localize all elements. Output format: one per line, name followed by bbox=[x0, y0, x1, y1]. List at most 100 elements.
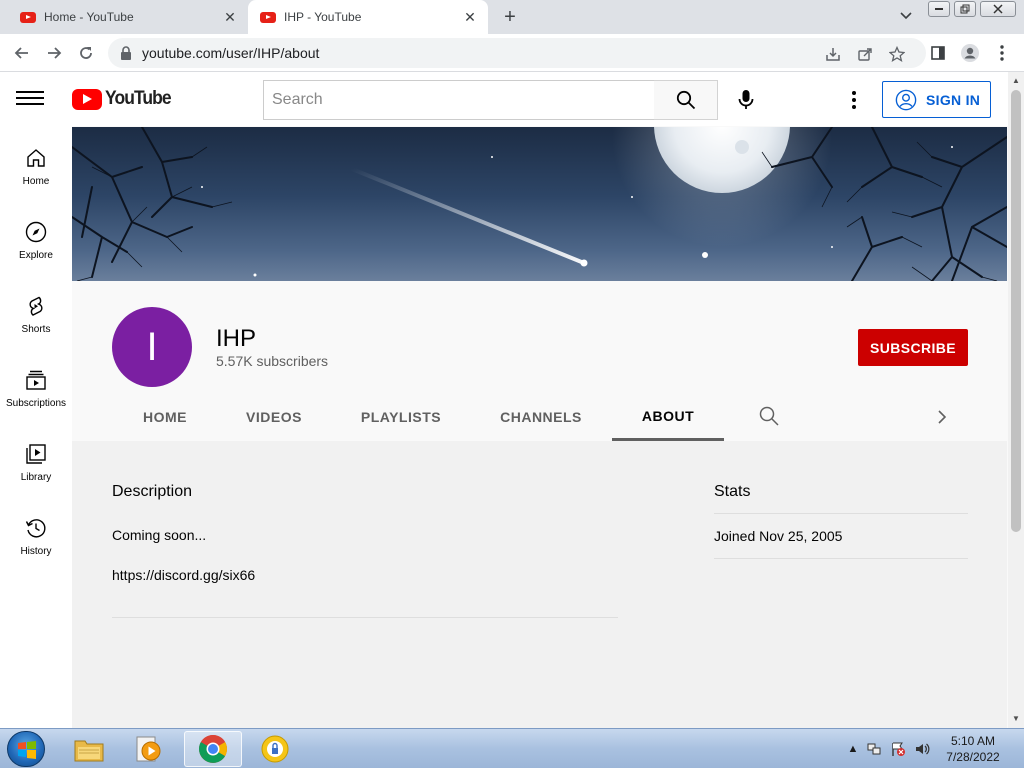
youtube-play-icon bbox=[72, 88, 102, 110]
description-heading: Description bbox=[112, 483, 193, 500]
clock-date: 7/28/2022 bbox=[946, 750, 1000, 764]
voice-search-button[interactable] bbox=[726, 80, 766, 120]
guide-item-subscriptions[interactable]: Subscriptions bbox=[0, 348, 72, 422]
network-icon[interactable] bbox=[866, 741, 882, 757]
tab-videos[interactable]: VIDEOS bbox=[218, 393, 330, 441]
joined-date: Joined Nov 25, 2005 bbox=[714, 528, 843, 544]
guide-item-shorts[interactable]: Shorts bbox=[0, 274, 72, 348]
stats-heading: Stats bbox=[714, 483, 751, 500]
settings-more-icon[interactable] bbox=[840, 86, 868, 114]
lock-icon bbox=[121, 46, 131, 60]
chrome-icon[interactable] bbox=[184, 731, 242, 767]
back-arrow-icon[interactable] bbox=[10, 41, 34, 65]
microphone-icon bbox=[738, 90, 754, 109]
description-link[interactable]: https://discord.gg/six66 bbox=[112, 567, 255, 583]
url-text: youtube.com/user/IHP/about bbox=[142, 45, 320, 61]
side-panel-icon[interactable] bbox=[926, 41, 950, 65]
guide-item-library[interactable]: Library bbox=[0, 422, 72, 496]
guide-sidebar: Home Explore Shorts Subscriptions Librar… bbox=[0, 126, 72, 728]
windows-logo-icon bbox=[18, 741, 36, 759]
tab-title: IHP - YouTube bbox=[284, 10, 362, 24]
guide-label: History bbox=[20, 546, 52, 557]
file-explorer-icon[interactable] bbox=[60, 731, 118, 767]
subscribe-button[interactable]: SUBSCRIBE bbox=[858, 329, 968, 366]
compass-icon bbox=[25, 221, 47, 243]
channel-banner bbox=[72, 127, 1007, 281]
tab-search-dropdown-icon[interactable] bbox=[896, 6, 916, 26]
stats-divider-top bbox=[714, 513, 968, 514]
reload-icon[interactable] bbox=[74, 41, 98, 65]
close-tab-icon[interactable]: ✕ bbox=[460, 7, 480, 27]
tab-title: Home - YouTube bbox=[44, 10, 134, 24]
shorts-icon bbox=[29, 296, 43, 316]
subscriber-count: 5.57K subscribers bbox=[216, 353, 329, 369]
system-clock[interactable]: 5:10 AM 7/28/2022 bbox=[936, 733, 1010, 765]
tab-home[interactable]: HOME bbox=[112, 393, 218, 441]
description-text: Coming soon... bbox=[112, 527, 207, 543]
home-icon bbox=[27, 149, 45, 167]
search-box[interactable] bbox=[263, 80, 655, 120]
media-player-icon[interactable] bbox=[120, 731, 178, 767]
guide-item-history[interactable]: History bbox=[0, 496, 72, 570]
library-icon bbox=[26, 444, 46, 464]
channel-search-icon[interactable] bbox=[758, 405, 782, 429]
volume-icon[interactable] bbox=[914, 741, 930, 757]
guide-item-explore[interactable]: Explore bbox=[0, 200, 72, 274]
account-circle-icon bbox=[895, 89, 917, 110]
guide-label: Explore bbox=[19, 250, 53, 261]
masthead: YouTube SIGN IN bbox=[0, 72, 1008, 126]
browser-menu-icon[interactable] bbox=[990, 41, 1014, 65]
youtube-logo[interactable]: YouTube bbox=[72, 88, 176, 110]
about-section: Description Coming soon... https://disco… bbox=[72, 441, 1007, 728]
channel-header: I IHP 5.57K subscribers SUBSCRIBE HOME V… bbox=[72, 281, 1007, 441]
install-app-icon[interactable] bbox=[824, 45, 842, 63]
chevron-right-icon[interactable] bbox=[930, 405, 954, 429]
description-divider bbox=[112, 617, 618, 618]
browser-toolbar: youtube.com/user/IHP/about bbox=[0, 34, 1024, 72]
sign-in-button[interactable]: SIGN IN bbox=[882, 81, 991, 118]
minimize-window-button[interactable] bbox=[928, 1, 950, 17]
scroll-up-arrow-icon[interactable]: ▲ bbox=[1012, 76, 1020, 85]
scroll-down-arrow-icon[interactable]: ▼ bbox=[1012, 714, 1020, 723]
tab-playlists[interactable]: PLAYLISTS bbox=[330, 393, 472, 441]
scrollbar-thumb[interactable] bbox=[1011, 90, 1021, 532]
guide-label: Home bbox=[22, 176, 50, 187]
youtube-favicon-icon bbox=[260, 11, 276, 23]
channel-tabs: HOME VIDEOS PLAYLISTS CHANNELS ABOUT bbox=[112, 393, 992, 441]
subscriptions-icon bbox=[26, 370, 46, 390]
close-window-button[interactable] bbox=[980, 1, 1016, 17]
tab-channels[interactable]: CHANNELS bbox=[472, 393, 610, 441]
bookmark-star-icon[interactable] bbox=[888, 45, 906, 63]
search-icon bbox=[676, 90, 695, 110]
restore-window-button[interactable] bbox=[954, 1, 976, 17]
security-app-icon[interactable] bbox=[246, 731, 304, 767]
guide-label: Shorts bbox=[21, 324, 51, 335]
new-tab-button[interactable]: + bbox=[498, 5, 522, 29]
share-icon[interactable] bbox=[856, 45, 874, 63]
windows-taskbar: ▲ 5:10 AM 7/28/2022 bbox=[0, 728, 1024, 768]
channel-avatar[interactable]: I bbox=[112, 307, 192, 387]
stats-divider-bottom bbox=[714, 558, 968, 559]
night-sky-moon-banner-image bbox=[72, 127, 1007, 281]
guide-label: Library bbox=[20, 472, 52, 483]
hamburger-menu-icon[interactable] bbox=[16, 88, 44, 108]
guide-item-home[interactable]: Home bbox=[0, 126, 72, 200]
action-center-flag-icon[interactable] bbox=[890, 741, 906, 757]
page-scrollbar[interactable]: ▲ ▼ bbox=[1008, 72, 1024, 728]
youtube-page: YouTube SIGN IN Home Explore Shorts bbox=[0, 72, 1024, 728]
tab-about[interactable]: ABOUT bbox=[612, 393, 724, 441]
logo-text: YouTube bbox=[105, 88, 172, 109]
browser-tab-ihp[interactable]: IHP - YouTube ✕ bbox=[248, 0, 488, 34]
browser-tabstrip: Home - YouTube ✕ IHP - YouTube ✕ + bbox=[0, 0, 1024, 34]
start-button[interactable] bbox=[7, 731, 45, 767]
close-tab-icon[interactable]: ✕ bbox=[220, 7, 240, 27]
browser-tab-home[interactable]: Home - YouTube ✕ bbox=[8, 0, 248, 34]
search-input[interactable] bbox=[264, 81, 654, 119]
forward-arrow-icon[interactable] bbox=[42, 41, 66, 65]
clock-time: 5:10 AM bbox=[950, 734, 996, 748]
sign-in-label: SIGN IN bbox=[926, 91, 981, 108]
show-hidden-icons-arrow-icon[interactable]: ▲ bbox=[845, 741, 861, 757]
search-button[interactable] bbox=[654, 80, 718, 120]
profile-icon[interactable] bbox=[958, 41, 982, 65]
address-bar[interactable]: youtube.com/user/IHP/about bbox=[108, 38, 926, 68]
